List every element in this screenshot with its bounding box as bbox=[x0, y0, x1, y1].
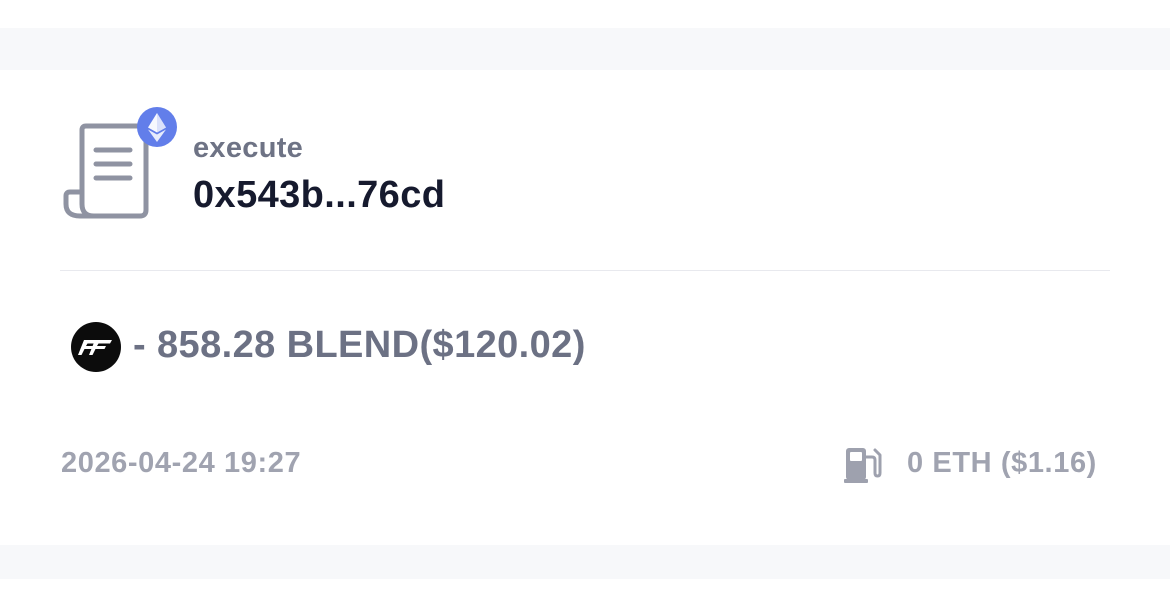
ethereum-icon bbox=[136, 106, 178, 148]
top-separator-band bbox=[0, 28, 1170, 70]
contract-call-icon bbox=[60, 106, 180, 222]
blend-token-logo-icon bbox=[71, 322, 121, 372]
transaction-card[interactable]: execute 0x543b...76cd - 858.28 BLEND($12… bbox=[0, 70, 1170, 545]
gas-pump-icon bbox=[842, 443, 882, 485]
token-amount-change: - 858.28 BLEND($120.02) bbox=[133, 324, 586, 366]
method-name: execute bbox=[193, 132, 304, 164]
transaction-page: execute 0x543b...76cd - 858.28 BLEND($12… bbox=[0, 0, 1170, 596]
transaction-timestamp: 2026-04-24 19:27 bbox=[61, 447, 302, 479]
contract-address[interactable]: 0x543b...76cd bbox=[193, 174, 445, 217]
divider bbox=[60, 270, 1110, 271]
bottom-separator-band bbox=[0, 545, 1170, 579]
network-fee: 0 ETH ($1.16) bbox=[907, 447, 1097, 479]
